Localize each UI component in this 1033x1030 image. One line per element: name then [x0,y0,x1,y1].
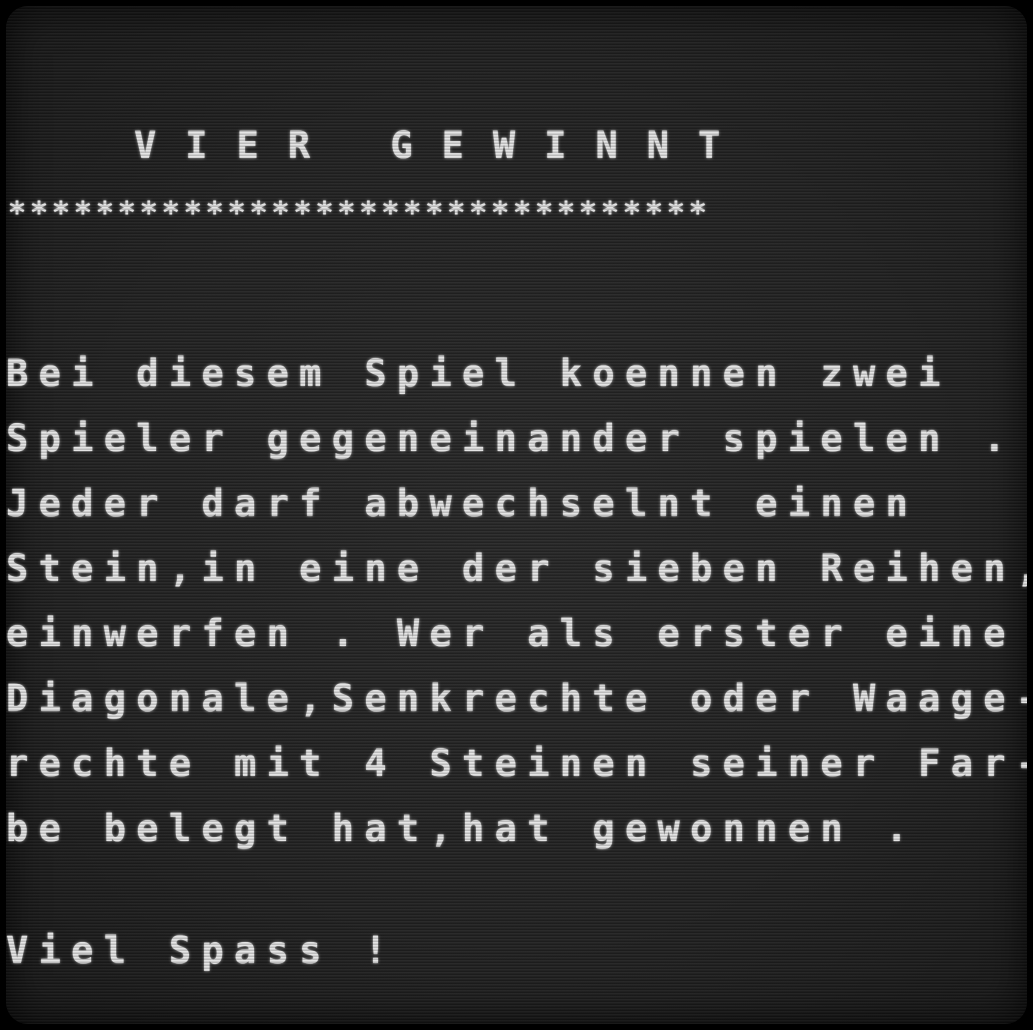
instruction-line-6: Diagonale,Senkrechte oder Waage- [6,677,1027,720]
instruction-line-8: be belegt hat,hat gewonnen . [6,807,919,850]
crt-screen: VIER GEWINNT ***************************… [6,6,1027,1024]
instruction-line-3: Jeder darf abwechselnt einen [6,482,919,525]
instruction-line-2: Spieler gegeneinander spielen . [6,417,1016,460]
farewell-message: Viel Spass ! [6,929,397,972]
title-separator: ******************************** [8,196,711,231]
instruction-line-1: Bei diesem Spiel koennen zwei [6,352,951,395]
instruction-line-7: rechte mit 4 Steinen seiner Far- [6,742,1027,785]
monitor-bezel: VIER GEWINNT ***************************… [0,0,1033,1030]
instruction-line-4: Stein,in eine der sieben Reihen, [6,547,1027,590]
instruction-line-5: einwerfen . Wer als erster eine [6,612,1016,655]
game-title: VIER GEWINNT [134,124,750,167]
